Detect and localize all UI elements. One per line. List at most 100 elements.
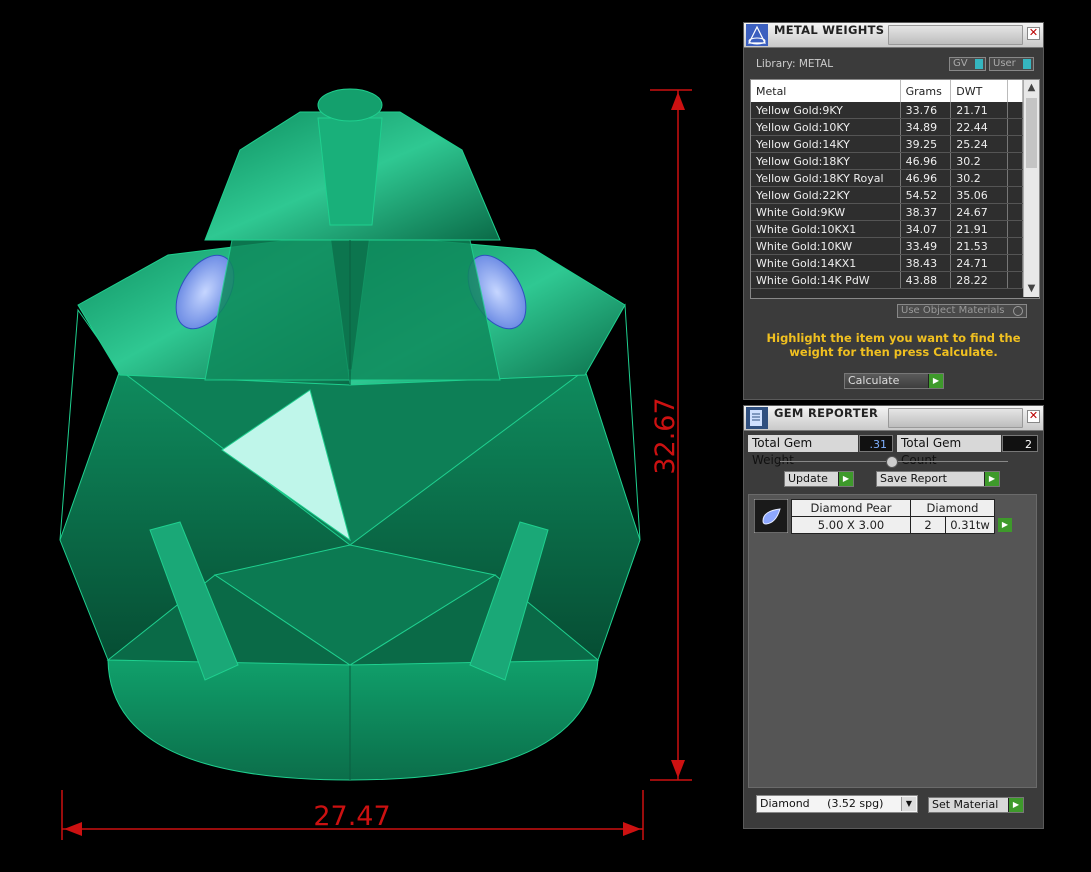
metal-cell-metal: White Gold:9KW <box>751 203 901 221</box>
pyramid-icon <box>746 24 768 46</box>
metal-cell-blank <box>1007 271 1023 289</box>
scroll-thumb[interactable] <box>1026 98 1037 168</box>
column-header-grams[interactable]: Grams <box>900 80 952 102</box>
gem-reporter-panel: GEM REPORTER ✕ Total Gem Weight .31 Tota… <box>743 405 1044 829</box>
dimension-height-label: 32.67 <box>650 397 681 474</box>
metal-cell-metal: Yellow Gold:18KY <box>751 152 901 170</box>
calculate-label: Calculate <box>848 374 900 387</box>
metal-cell-grams: 34.89 <box>900 118 952 136</box>
metal-cell-metal: Yellow Gold:10KY <box>751 118 901 136</box>
metal-cell-metal: White Gold:10KW <box>751 237 901 255</box>
metal-cell-dwt: 21.71 <box>950 102 1009 119</box>
metal-cell-blank <box>1007 203 1023 221</box>
play-arrow-icon: ▶ <box>1008 798 1023 812</box>
metal-cell-grams: 39.25 <box>900 135 952 153</box>
metal-cell-blank <box>1007 118 1023 136</box>
metal-row[interactable]: White Gold:9KW 38.37 24.67 <box>751 203 1023 221</box>
dimension-width-label: 27.47 <box>313 801 390 832</box>
metal-cell-blank <box>1007 186 1023 204</box>
metal-row[interactable]: White Gold:10KW 33.49 21.53 <box>751 237 1023 255</box>
titlebar-grip[interactable] <box>888 25 1023 45</box>
gem-row-play-icon[interactable]: ▶ <box>998 518 1012 532</box>
gem-report-table: Diamond Pear Diamond 5.00 X 3.00 2 0.31t… <box>791 499 995 534</box>
metal-row[interactable]: Yellow Gold:22KY 54.52 35.06 <box>751 186 1023 204</box>
library-label: Library: METAL <box>756 58 834 70</box>
user-toggle-label: User <box>993 58 1016 69</box>
set-material-label: Set Material <box>932 798 999 811</box>
close-icon[interactable]: ✕ <box>1027 410 1040 423</box>
metal-cell-blank <box>1007 152 1023 170</box>
material-select[interactable]: Diamond (3.52 spg) ▼ <box>756 795 918 813</box>
column-header-blank <box>1007 80 1023 102</box>
close-icon[interactable]: ✕ <box>1027 27 1040 40</box>
metal-cell-blank <box>1007 237 1023 255</box>
metal-row[interactable]: Yellow Gold:9KY 33.76 21.71 <box>751 102 1023 119</box>
chevron-down-icon: ▼ <box>901 797 916 811</box>
metal-cell-grams: 46.96 <box>900 169 952 187</box>
metal-cell-grams: 43.88 <box>900 271 952 289</box>
gv-toggle[interactable]: GV <box>949 57 986 71</box>
metal-cell-dwt: 30.2 <box>950 169 1009 187</box>
metal-cell-blank <box>1007 135 1023 153</box>
slider-track[interactable] <box>780 456 1008 468</box>
gem-reporter-titlebar[interactable]: GEM REPORTER ✕ <box>744 406 1043 431</box>
metal-cell-dwt: 28.22 <box>950 271 1009 289</box>
metal-cell-grams: 38.37 <box>900 203 952 221</box>
use-object-materials-toggle[interactable]: Use Object Materials <box>897 304 1027 318</box>
metal-cell-dwt: 21.53 <box>950 237 1009 255</box>
metal-cell-dwt: 21.91 <box>950 220 1009 238</box>
metal-table-scrollbar[interactable]: ▲ ▼ <box>1023 80 1039 297</box>
gem-reporter-title: GEM REPORTER <box>774 406 879 420</box>
column-header-dwt[interactable]: DWT <box>950 80 1009 102</box>
scroll-up-icon[interactable]: ▲ <box>1024 80 1039 96</box>
metal-cell-blank <box>1007 102 1023 119</box>
metal-row[interactable]: White Gold:10KX1 34.07 21.91 <box>751 220 1023 238</box>
metal-row[interactable]: White Gold:14K PdW 43.88 28.22 <box>751 271 1023 289</box>
gv-toggle-label: GV <box>953 58 968 69</box>
metal-cell-metal: Yellow Gold:14KY <box>751 135 901 153</box>
metal-cell-blank <box>1007 169 1023 187</box>
metal-row[interactable]: Yellow Gold:10KY 34.89 22.44 <box>751 118 1023 136</box>
material-select-value: Diamond (3.52 spg) <box>760 797 884 810</box>
metal-cell-grams: 34.07 <box>900 220 952 238</box>
metal-cell-grams: 33.76 <box>900 102 952 119</box>
set-material-button[interactable]: Set Material ▶ <box>928 797 1024 813</box>
gem-material: Diamond <box>910 499 995 517</box>
save-report-button[interactable]: Save Report ▶ <box>876 471 1000 487</box>
radio-icon <box>1013 306 1023 316</box>
user-toggle[interactable]: User <box>989 57 1034 71</box>
gem-weight: 0.31tw <box>945 516 995 534</box>
calculate-button[interactable]: Calculate ▶ <box>844 373 944 389</box>
metal-table: Metal Grams DWT Yellow Gold:9KY 33.76 21.7… <box>751 80 1023 289</box>
metal-cell-grams: 38.43 <box>900 254 952 272</box>
play-arrow-icon: ▶ <box>838 472 853 486</box>
metal-weights-titlebar[interactable]: METAL WEIGHTS ✕ <box>744 23 1043 48</box>
total-gem-count-label: Total Gem Count <box>897 435 1001 467</box>
gem-size: 5.00 X 3.00 <box>791 516 911 534</box>
calculate-hint: Highlight the item you want to find the … <box>766 331 1021 359</box>
metal-row[interactable]: White Gold:14KX1 38.43 24.71 <box>751 254 1023 272</box>
column-header-metal[interactable]: Metal <box>751 80 901 102</box>
total-gem-weight-value: .31 <box>859 435 893 452</box>
metal-cell-dwt: 22.44 <box>950 118 1009 136</box>
update-button[interactable]: Update ▶ <box>784 471 854 487</box>
metal-row[interactable]: Yellow Gold:18KY Royal 46.96 30.2 <box>751 169 1023 187</box>
titlebar-grip[interactable] <box>888 408 1023 428</box>
update-label: Update <box>788 472 828 485</box>
metal-row[interactable]: Yellow Gold:14KY 39.25 25.24 <box>751 135 1023 153</box>
metal-cell-blank <box>1007 220 1023 238</box>
metal-cell-dwt: 35.06 <box>950 186 1009 204</box>
gem-shape: Diamond Pear <box>791 499 911 517</box>
slider-knob[interactable] <box>886 456 898 468</box>
3d-viewport[interactable]: 32.67 27.47 <box>0 0 740 872</box>
metal-cell-dwt: 25.24 <box>950 135 1009 153</box>
metal-cell-grams: 46.96 <box>900 152 952 170</box>
metal-cell-metal: Yellow Gold:9KY <box>751 102 901 119</box>
metal-table-frame: Metal Grams DWT Yellow Gold:9KY 33.76 21.7… <box>750 79 1040 299</box>
scroll-down-icon[interactable]: ▼ <box>1024 281 1039 297</box>
model-render: 32.67 27.47 <box>59 88 692 840</box>
metal-row[interactable]: Yellow Gold:18KY 46.96 30.2 <box>751 152 1023 170</box>
metal-weights-title: METAL WEIGHTS <box>774 23 885 37</box>
metal-cell-metal: Yellow Gold:22KY <box>751 186 901 204</box>
metal-cell-dwt: 24.71 <box>950 254 1009 272</box>
